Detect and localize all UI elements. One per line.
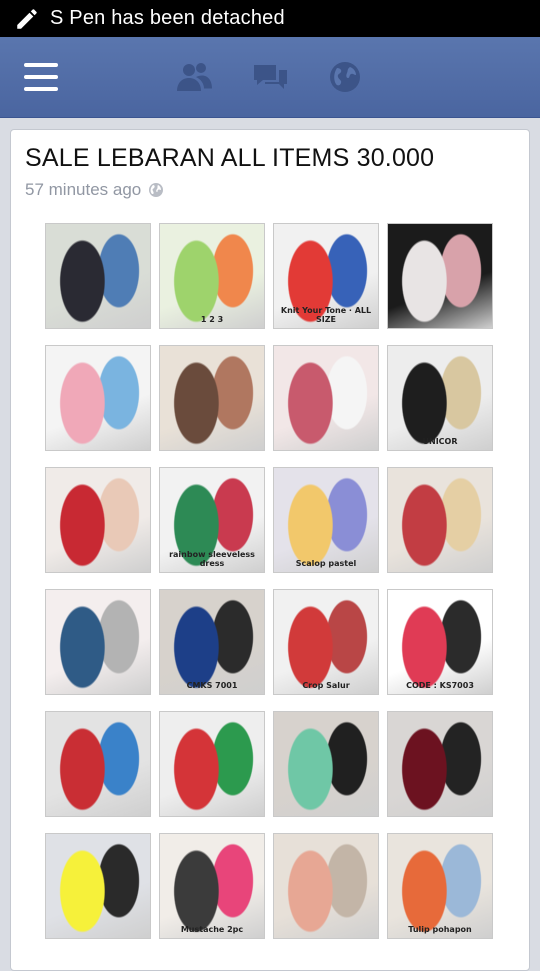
post-meta: 57 minutes ago	[25, 180, 164, 200]
photo-thumbnail[interactable]: 1 2 3	[159, 223, 265, 329]
facebook-nav-bar	[0, 37, 540, 118]
photo-caption: 1 2 3	[200, 315, 224, 324]
status-message: S Pen has been detached	[50, 7, 285, 29]
status-bar: S Pen has been detached	[0, 0, 540, 37]
photo-caption: rainbow sleeveless dress	[169, 550, 255, 568]
photo-thumbnail[interactable]	[45, 833, 151, 939]
photo-thumbnail[interactable]	[45, 589, 151, 695]
public-globe-icon	[149, 183, 164, 197]
photo-thumbnail[interactable]	[273, 711, 379, 817]
post-card: SALE LEBARAN ALL ITEMS 30.000 57 minutes…	[10, 129, 530, 971]
photo-caption: UNICOR	[422, 437, 458, 446]
photo-thumbnail[interactable]	[159, 345, 265, 451]
photo-caption: Tulip pohapon	[408, 925, 472, 934]
photo-thumbnail[interactable]	[387, 223, 493, 329]
photo-thumbnail[interactable]	[387, 711, 493, 817]
photo-caption: Crop Salur	[302, 681, 350, 690]
photo-thumbnail[interactable]: CMKS 7001	[159, 589, 265, 695]
photo-thumbnail[interactable]: rainbow sleeveless dress	[159, 467, 265, 573]
photo-thumbnail[interactable]	[45, 467, 151, 573]
photo-thumbnail[interactable]	[273, 345, 379, 451]
photo-thumbnail[interactable]	[45, 223, 151, 329]
friends-icon[interactable]	[174, 59, 214, 95]
photo-thumbnail[interactable]	[159, 711, 265, 817]
photo-thumbnail[interactable]: CODE : KS7003	[387, 589, 493, 695]
post-title[interactable]: SALE LEBARAN ALL ITEMS 30.000	[25, 144, 434, 173]
photo-thumbnail[interactable]: Mustache 2pc	[159, 833, 265, 939]
photo-thumbnail[interactable]	[387, 467, 493, 573]
pen-icon	[17, 8, 37, 29]
photo-thumbnail[interactable]	[45, 345, 151, 451]
globe-icon[interactable]	[325, 59, 365, 95]
photo-thumbnail[interactable]: Crop Salur	[273, 589, 379, 695]
post-timestamp[interactable]: 57 minutes ago	[25, 180, 141, 200]
photo-thumbnail[interactable]: UNICOR	[387, 345, 493, 451]
photo-caption: CODE : KS7003	[406, 681, 474, 690]
photo-caption: Mustache 2pc	[180, 925, 244, 934]
photo-caption: CMKS 7001	[186, 681, 238, 690]
photo-caption: Knit Your Tone · ALL SIZE	[280, 306, 372, 324]
menu-icon[interactable]	[24, 63, 58, 91]
photo-caption: Scalop pastel	[295, 559, 357, 568]
photo-thumbnail[interactable]: Knit Your Tone · ALL SIZE	[273, 223, 379, 329]
photo-thumbnail[interactable]	[45, 711, 151, 817]
photo-thumbnail[interactable]: Tulip pohapon	[387, 833, 493, 939]
photo-thumbnail[interactable]: Scalop pastel	[273, 467, 379, 573]
messages-icon[interactable]	[250, 59, 290, 95]
photo-thumbnail[interactable]	[273, 833, 379, 939]
